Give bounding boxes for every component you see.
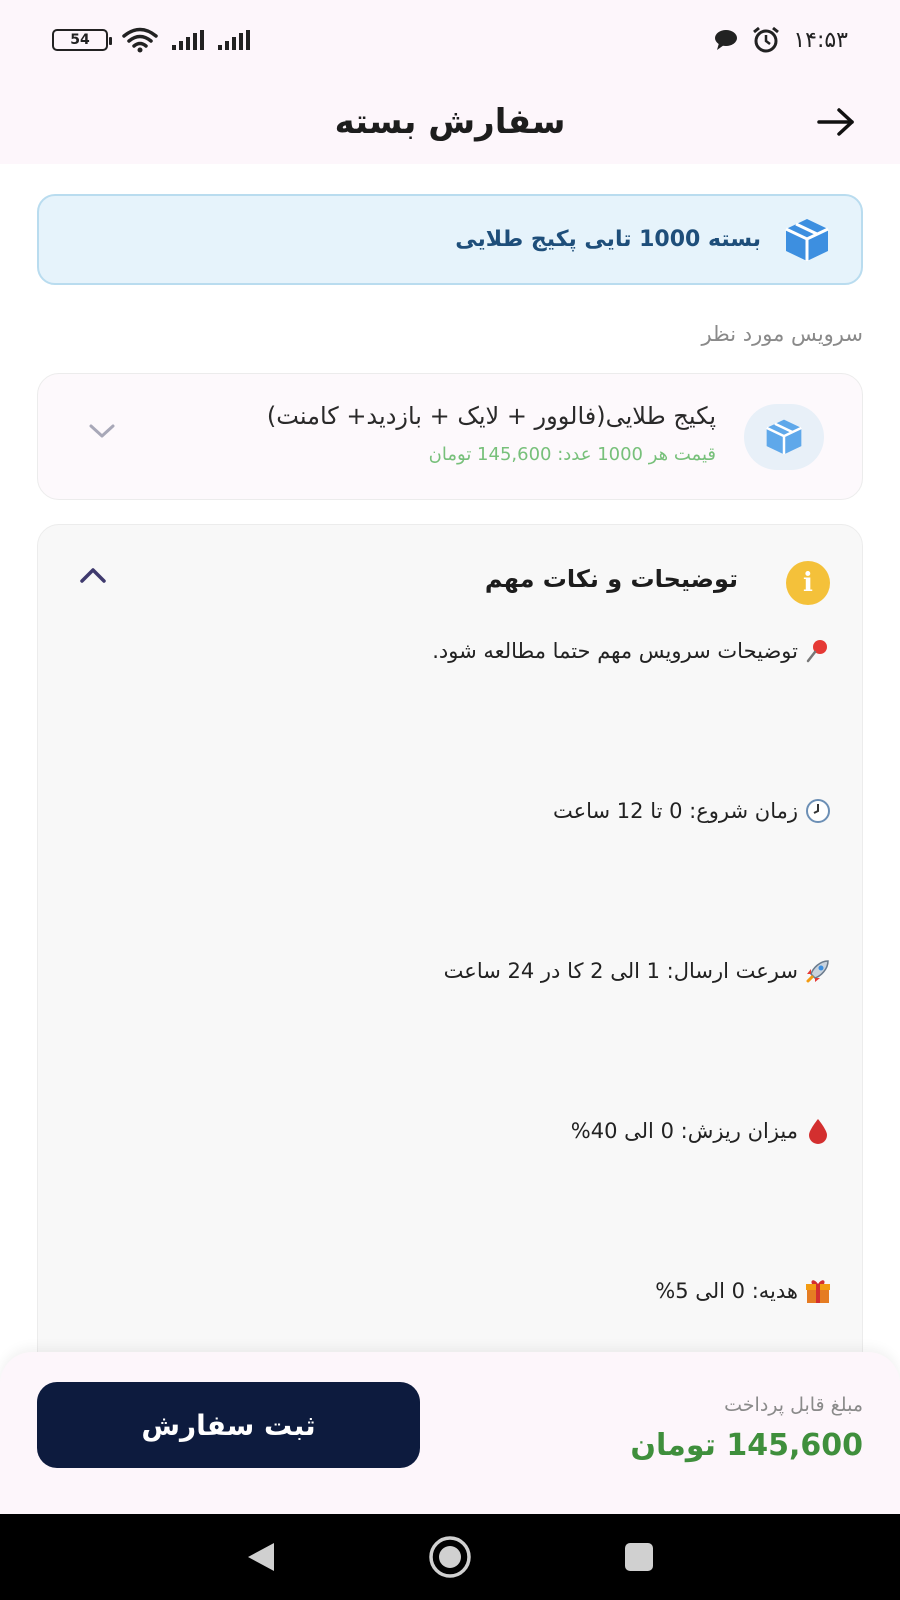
- payable-label: مبلغ قابل پرداخت: [724, 1394, 863, 1416]
- description-line: میزان ریزش: 0 الی 40%: [571, 1117, 832, 1145]
- banner-text: بسته 1000 تایی پکیج طلایی: [455, 227, 761, 252]
- back-triangle-icon[interactable]: [244, 1540, 278, 1574]
- pushpin-icon: [804, 637, 832, 665]
- signal-icon-1: [172, 30, 204, 50]
- description-line: توضیحات سرویس مهم حتما مطالعه شود.: [432, 637, 832, 665]
- description-text: میزان ریزش: 0 الی 40%: [570, 1119, 798, 1143]
- arrow-right-icon: [817, 108, 854, 136]
- description-text: سرعت ارسال: 1 الی 2 کا در 24 ساعت: [443, 959, 798, 983]
- drop-icon: [804, 1117, 832, 1145]
- signal-icon-2: [218, 30, 250, 50]
- submit-order-button[interactable]: ثبت سفارش: [37, 1382, 420, 1468]
- info-icon: i: [786, 561, 830, 605]
- description-line: سرعت ارسال: 1 الی 2 کا در 24 ساعت: [444, 957, 832, 985]
- description-line: زمان شروع: 0 تا 12 ساعت: [553, 797, 832, 825]
- box-icon: [766, 419, 802, 455]
- description-title: توضیحات و نکات مهم: [484, 565, 738, 593]
- chevron-up-icon[interactable]: [78, 565, 108, 585]
- service-icon-badge: [744, 404, 824, 470]
- status-left-icons: 54: [52, 27, 250, 53]
- description-line: هدیه: 0 الی 5%: [655, 1277, 832, 1305]
- wifi-icon: [122, 27, 158, 53]
- package-banner: بسته 1000 تایی پکیج طلایی: [37, 194, 863, 285]
- info-glyph: i: [803, 568, 813, 598]
- service-section-label: سرویس مورد نظر: [701, 322, 863, 346]
- payable-amount: 145,600 تومان: [630, 1428, 863, 1463]
- status-time: ۱۴:۵۳: [793, 27, 848, 53]
- app-header: سفارش بسته: [0, 80, 900, 164]
- service-selector[interactable]: پکیج طلایی(فالوور + لایک + بازدید+ کامنت…: [37, 373, 863, 500]
- description-text: هدیه: 0 الی 5%: [655, 1279, 798, 1303]
- description-text: توضیحات سرویس مهم حتما مطالعه شود.: [432, 639, 798, 663]
- box-icon: [785, 218, 829, 261]
- service-name: پکیج طلایی(فالوور + لایک + بازدید+ کامنت…: [266, 402, 716, 430]
- home-circle-icon[interactable]: [428, 1535, 472, 1579]
- checkout-footer: ثبت سفارش مبلغ قابل پرداخت 145,600 تومان: [0, 1352, 900, 1514]
- gift-icon: [804, 1277, 832, 1305]
- description-card: i توضیحات و نکات مهم توضیحات سرویس مهم ح…: [37, 524, 863, 1424]
- status-right-icons: ۱۴:۵۳: [713, 25, 848, 55]
- page-title: سفارش بسته: [334, 102, 566, 142]
- description-text: زمان شروع: 0 تا 12 ساعت: [552, 799, 798, 823]
- chevron-down-icon[interactable]: [88, 422, 116, 440]
- battery-level: 54: [70, 32, 90, 48]
- rocket-icon: [804, 957, 832, 985]
- battery-icon: 54: [52, 29, 112, 51]
- service-price: قیمت هر 1000 عدد: 145,600 تومان: [428, 444, 716, 465]
- clock-icon: [804, 797, 832, 825]
- back-button[interactable]: [814, 100, 858, 144]
- chat-bubble-icon: [715, 30, 738, 50]
- status-bar: 54 ۱۴:۵۳: [0, 0, 900, 80]
- system-nav-bar: [0, 1514, 900, 1600]
- recents-square-icon[interactable]: [622, 1540, 656, 1574]
- alarm-clock-icon: [753, 26, 780, 53]
